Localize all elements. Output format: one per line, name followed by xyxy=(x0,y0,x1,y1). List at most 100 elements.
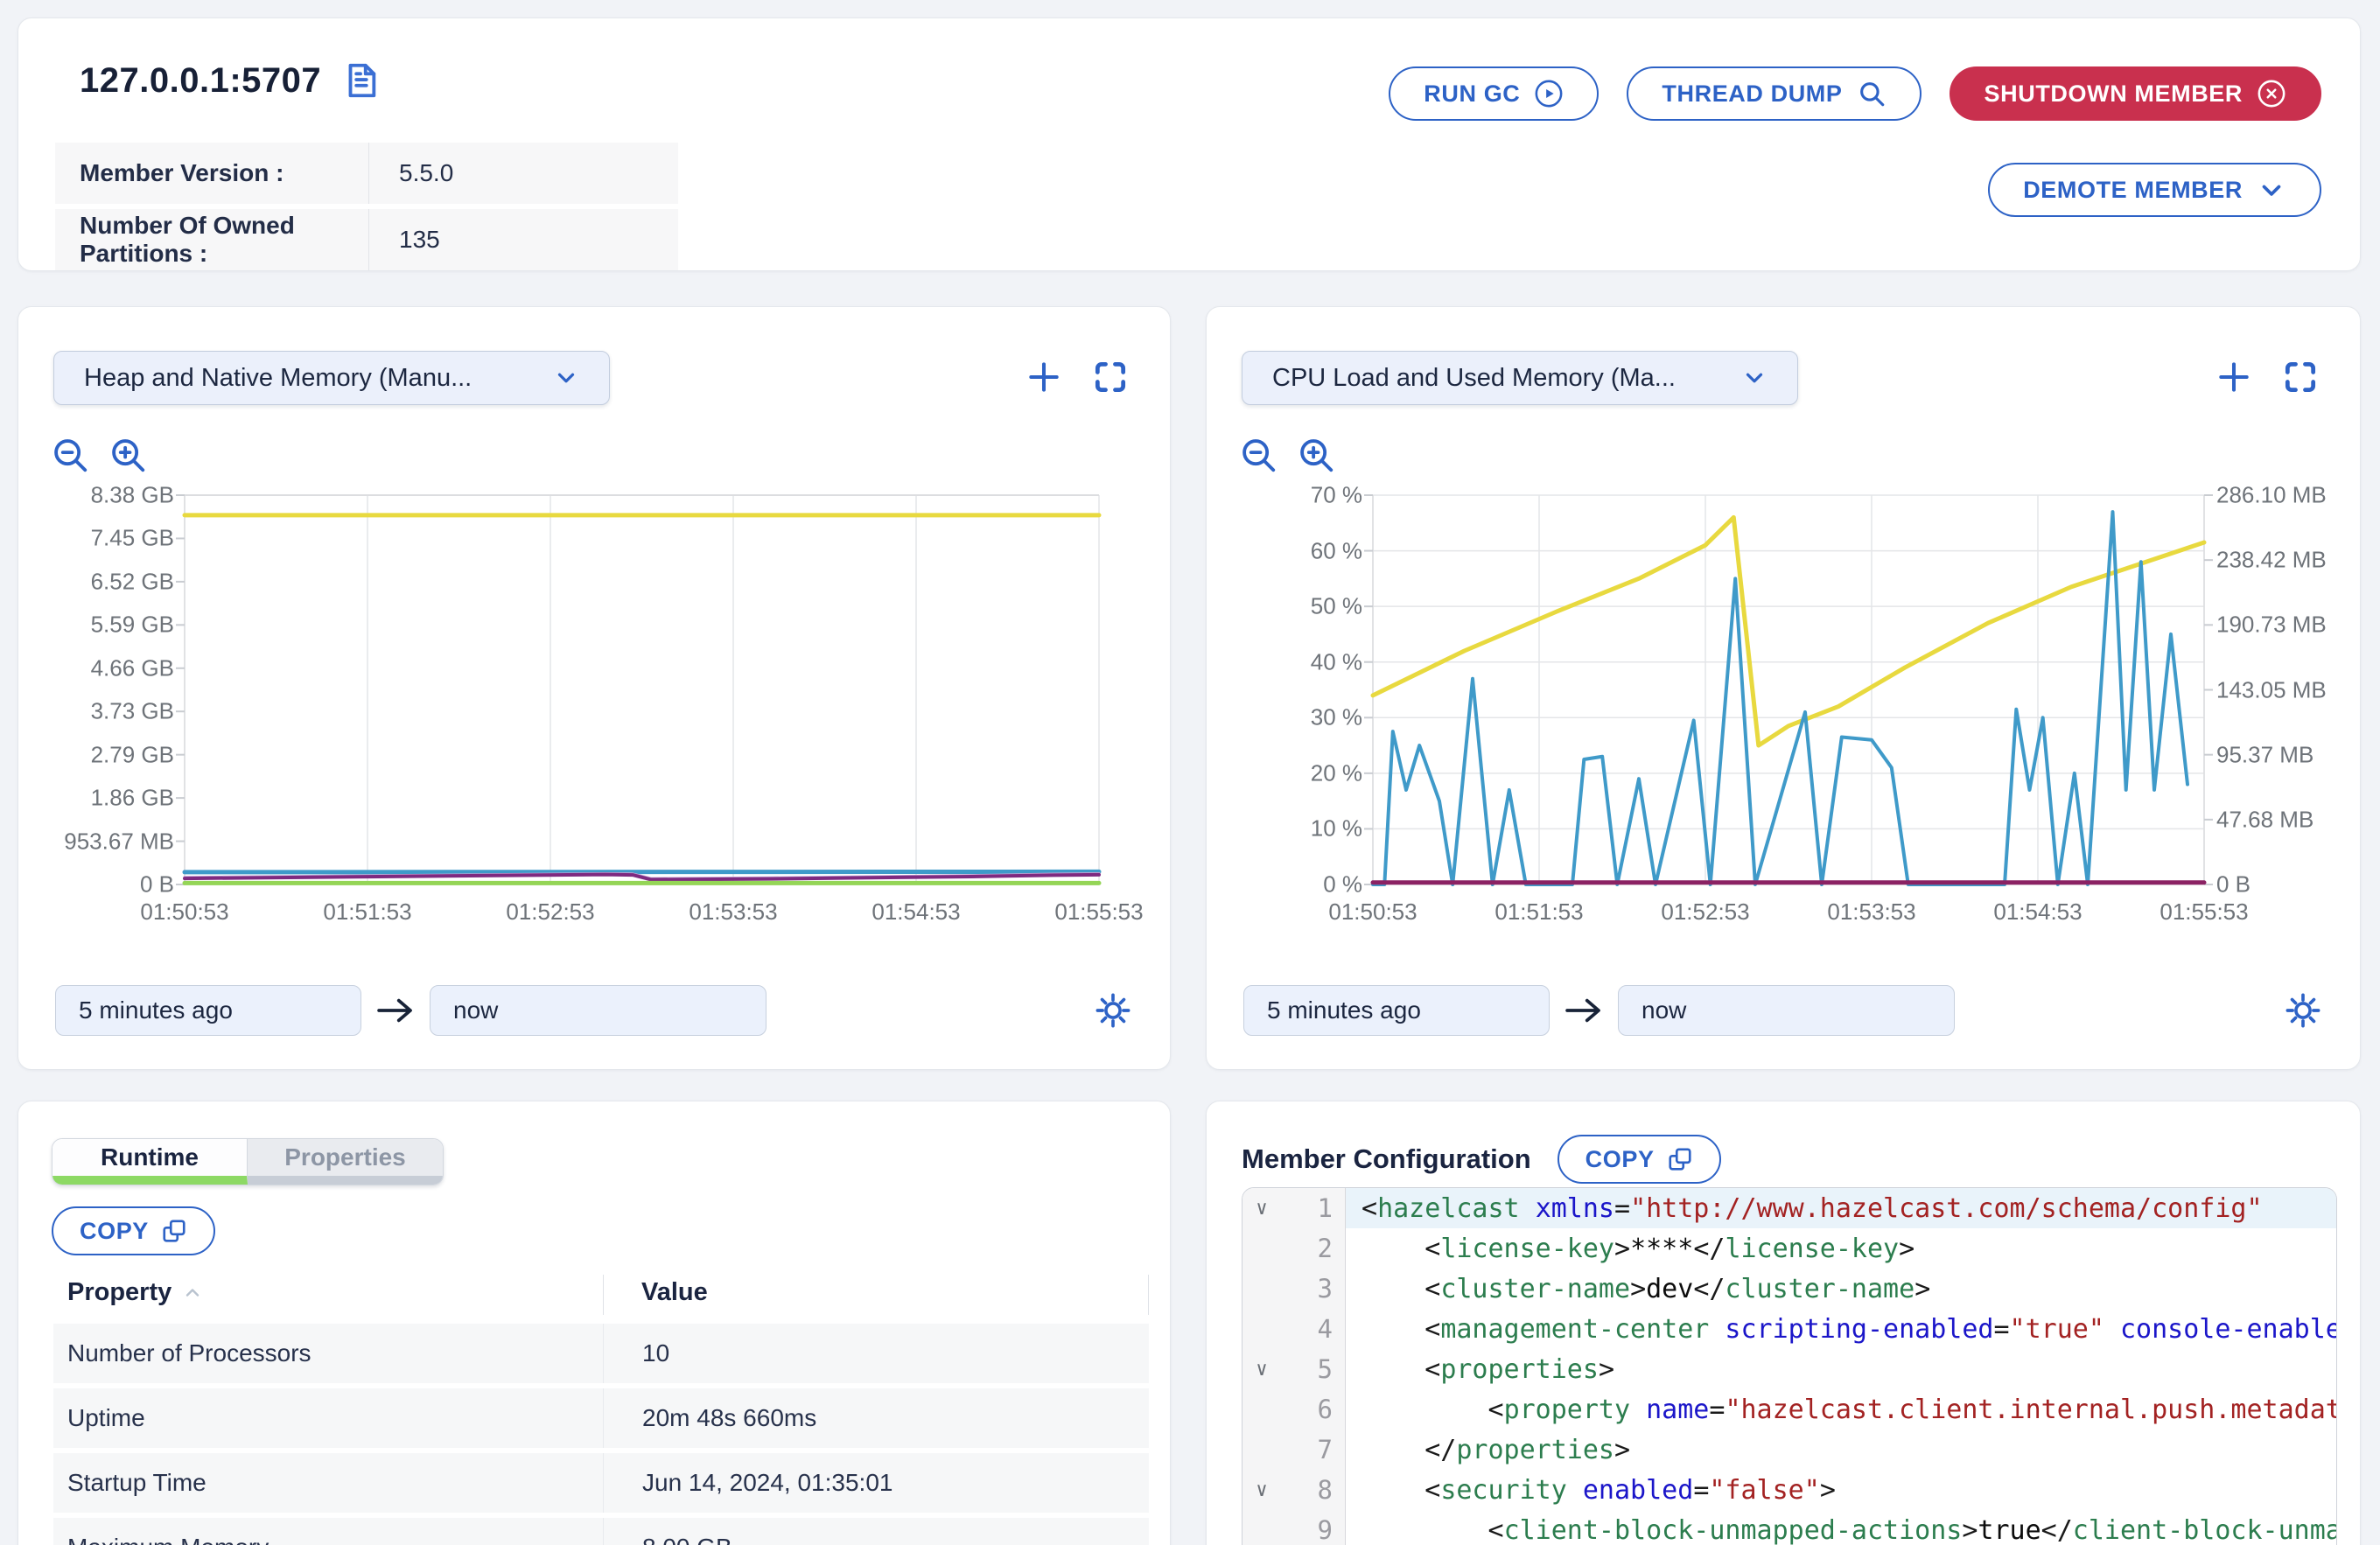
code-line: 9 <client-block-unmapped-actions>true</c… xyxy=(1242,1510,2336,1545)
y-axis-label: 50 % xyxy=(1311,593,1362,620)
summary-row: Member Version :5.5.0 xyxy=(55,143,678,204)
x-axis-label: 01:51:53 xyxy=(1494,898,1583,926)
x-axis-label: 01:50:53 xyxy=(140,898,228,926)
summary-label: Member Version : xyxy=(55,143,368,204)
add-chart-icon[interactable] xyxy=(1025,358,1063,396)
fold-toggle-icon[interactable]: ∨ xyxy=(1251,1479,1272,1501)
y-axis-labels: 8.38 GB7.45 GB6.52 GB5.59 GB4.66 GB3.73 … xyxy=(18,495,174,884)
y-axis-label: 3.73 GB xyxy=(91,698,174,725)
property-cell: Maximum Memory xyxy=(53,1518,603,1545)
config-code-editor: ∨1<hazelcast xmlns="http://www.hazelcast… xyxy=(1242,1187,2337,1545)
run-gc-button[interactable]: RUN GC xyxy=(1389,66,1599,121)
x-axis-label: 01:50:53 xyxy=(1328,898,1417,926)
line-number: 4 xyxy=(1318,1314,1345,1344)
document-icon[interactable] xyxy=(340,60,381,101)
y-axis-label: 20 % xyxy=(1311,759,1362,786)
property-cell: Number of Processors xyxy=(53,1324,603,1383)
time-range-to-input[interactable]: now xyxy=(1618,985,1955,1036)
gear-icon[interactable] xyxy=(1093,990,1133,1031)
thread-dump-label: THREAD DUMP xyxy=(1662,80,1842,108)
chevron-down-icon xyxy=(1741,365,1768,391)
thread-dump-button[interactable]: THREAD DUMP xyxy=(1627,66,1921,121)
chevron-down-icon xyxy=(553,365,579,391)
heap-memory-chart xyxy=(185,495,1099,884)
y-axis-label: 10 % xyxy=(1311,815,1362,842)
code-line: ∨8 <security enabled="false"> xyxy=(1242,1470,2336,1510)
fullscreen-icon[interactable] xyxy=(1091,358,1130,396)
fold-toggle-icon[interactable]: ∨ xyxy=(1251,1198,1272,1220)
y-axis-right-labels: 286.10 MB238.42 MB190.73 MB143.05 MB95.3… xyxy=(2216,495,2365,884)
search-icon xyxy=(1857,79,1886,108)
x-circle-icon xyxy=(2257,79,2286,108)
shutdown-member-label: SHUTDOWN MEMBER xyxy=(1984,80,2243,108)
fold-toggle-icon[interactable]: ∨ xyxy=(1251,1359,1272,1381)
demote-member-button[interactable]: DEMOTE MEMBER xyxy=(1988,163,2321,217)
series-blue-committed xyxy=(185,871,1099,872)
config-copy-button[interactable]: COPY xyxy=(1558,1135,1721,1184)
table-row: Number of Processors10 xyxy=(53,1324,1149,1383)
metric-selector-value: CPU Load and Used Memory (Ma... xyxy=(1272,364,1676,393)
member-summary-table: Member Version :5.5.0Number Of Owned Par… xyxy=(55,143,678,276)
y-axis-right-label: 143.05 MB xyxy=(2216,676,2327,703)
heap-memory-chart-card: Heap and Native Memory (Manu... 8.38 GB 7… xyxy=(18,306,1171,1070)
y-axis-right-label: 47.68 MB xyxy=(2216,806,2314,833)
x-axis-label: 01:55:53 xyxy=(2160,898,2248,926)
table-row: Startup TimeJun 14, 2024, 01:35:01 xyxy=(53,1453,1149,1513)
runtime-tabs: Runtime Properties xyxy=(52,1138,444,1185)
arrow-right-icon xyxy=(375,996,416,1025)
y-axis-right-label: 238.42 MB xyxy=(2216,547,2327,574)
x-axis-label: 01:54:53 xyxy=(1993,898,2082,926)
column-header-property[interactable]: Property xyxy=(67,1278,203,1307)
time-range-from-input[interactable]: 5 minutes ago xyxy=(55,985,361,1036)
y-axis-label: 0 B xyxy=(140,871,174,898)
x-axis-label: 01:53:53 xyxy=(689,898,777,926)
fullscreen-icon[interactable] xyxy=(2281,358,2320,396)
y-axis-label: 6.52 GB xyxy=(91,568,174,595)
config-code-lines: ∨1<hazelcast xmlns="http://www.hazelcast… xyxy=(1242,1188,2336,1545)
tab-properties[interactable]: Properties xyxy=(248,1139,443,1185)
property-cell: Uptime xyxy=(53,1388,603,1448)
y-axis-label: 7.45 GB xyxy=(91,525,174,552)
add-chart-icon[interactable] xyxy=(2215,358,2253,396)
copy-icon xyxy=(1667,1146,1693,1172)
metric-selector-dropdown[interactable]: Heap and Native Memory (Manu... xyxy=(53,351,610,405)
y-axis-right-label: 286.10 MB xyxy=(2216,482,2327,509)
line-number: 2 xyxy=(1318,1234,1345,1263)
tab-runtime[interactable]: Runtime xyxy=(52,1139,248,1185)
line-number: 6 xyxy=(1318,1395,1345,1424)
column-divider xyxy=(1148,1275,1149,1315)
metric-selector-value: Heap and Native Memory (Manu... xyxy=(84,364,472,393)
line-number: 1 xyxy=(1318,1193,1345,1223)
time-range-from-input[interactable]: 5 minutes ago xyxy=(1243,985,1550,1036)
value-cell: 20m 48s 660ms xyxy=(603,1388,1149,1448)
copy-label: COPY xyxy=(80,1218,149,1245)
y-axis-label: 8.38 GB xyxy=(91,482,174,509)
code-line: 4 <management-center scripting-enabled="… xyxy=(1242,1309,2336,1349)
y-axis-right-label: 190.73 MB xyxy=(2216,612,2327,639)
summary-value: 5.5.0 xyxy=(368,143,678,204)
member-header-card: 127.0.0.1:5707 RUN GC THREAD DUMP SHUTDO… xyxy=(18,17,2361,271)
metric-selector-dropdown[interactable]: CPU Load and Used Memory (Ma... xyxy=(1242,351,1798,405)
runtime-card: Runtime Properties COPY Property Value N… xyxy=(18,1101,1171,1545)
y-axis-right-label: 0 B xyxy=(2216,871,2250,898)
chevron-down-icon xyxy=(2257,175,2286,205)
gear-icon[interactable] xyxy=(2283,990,2323,1031)
value-cell: Jun 14, 2024, 01:35:01 xyxy=(603,1453,1149,1513)
shutdown-member-button[interactable]: SHUTDOWN MEMBER xyxy=(1950,66,2321,121)
y-axis-labels: 70 %60 %50 %40 %30 %20 %10 %0 % xyxy=(1207,495,1362,884)
run-gc-label: RUN GC xyxy=(1424,80,1520,108)
code-line: 7 </properties> xyxy=(1242,1430,2336,1470)
y-axis-label: 5.59 GB xyxy=(91,612,174,639)
summary-row: Number Of Owned Partitions :135 xyxy=(55,209,678,270)
zoom-in-icon[interactable] xyxy=(108,435,148,475)
x-axis-label: 01:52:53 xyxy=(1661,898,1749,926)
zoom-out-icon[interactable] xyxy=(50,435,90,475)
runtime-copy-button[interactable]: COPY xyxy=(52,1206,215,1255)
time-range-to-input[interactable]: now xyxy=(430,985,766,1036)
x-axis-labels: 01:50:5301:51:5301:52:5301:53:5301:54:53… xyxy=(1373,898,2204,928)
property-cell: Startup Time xyxy=(53,1453,603,1513)
zoom-in-icon[interactable] xyxy=(1296,435,1336,475)
zoom-out-icon[interactable] xyxy=(1238,435,1278,475)
runtime-table-header: Property Value xyxy=(53,1273,1149,1318)
page-title: 127.0.0.1:5707 xyxy=(80,61,321,101)
